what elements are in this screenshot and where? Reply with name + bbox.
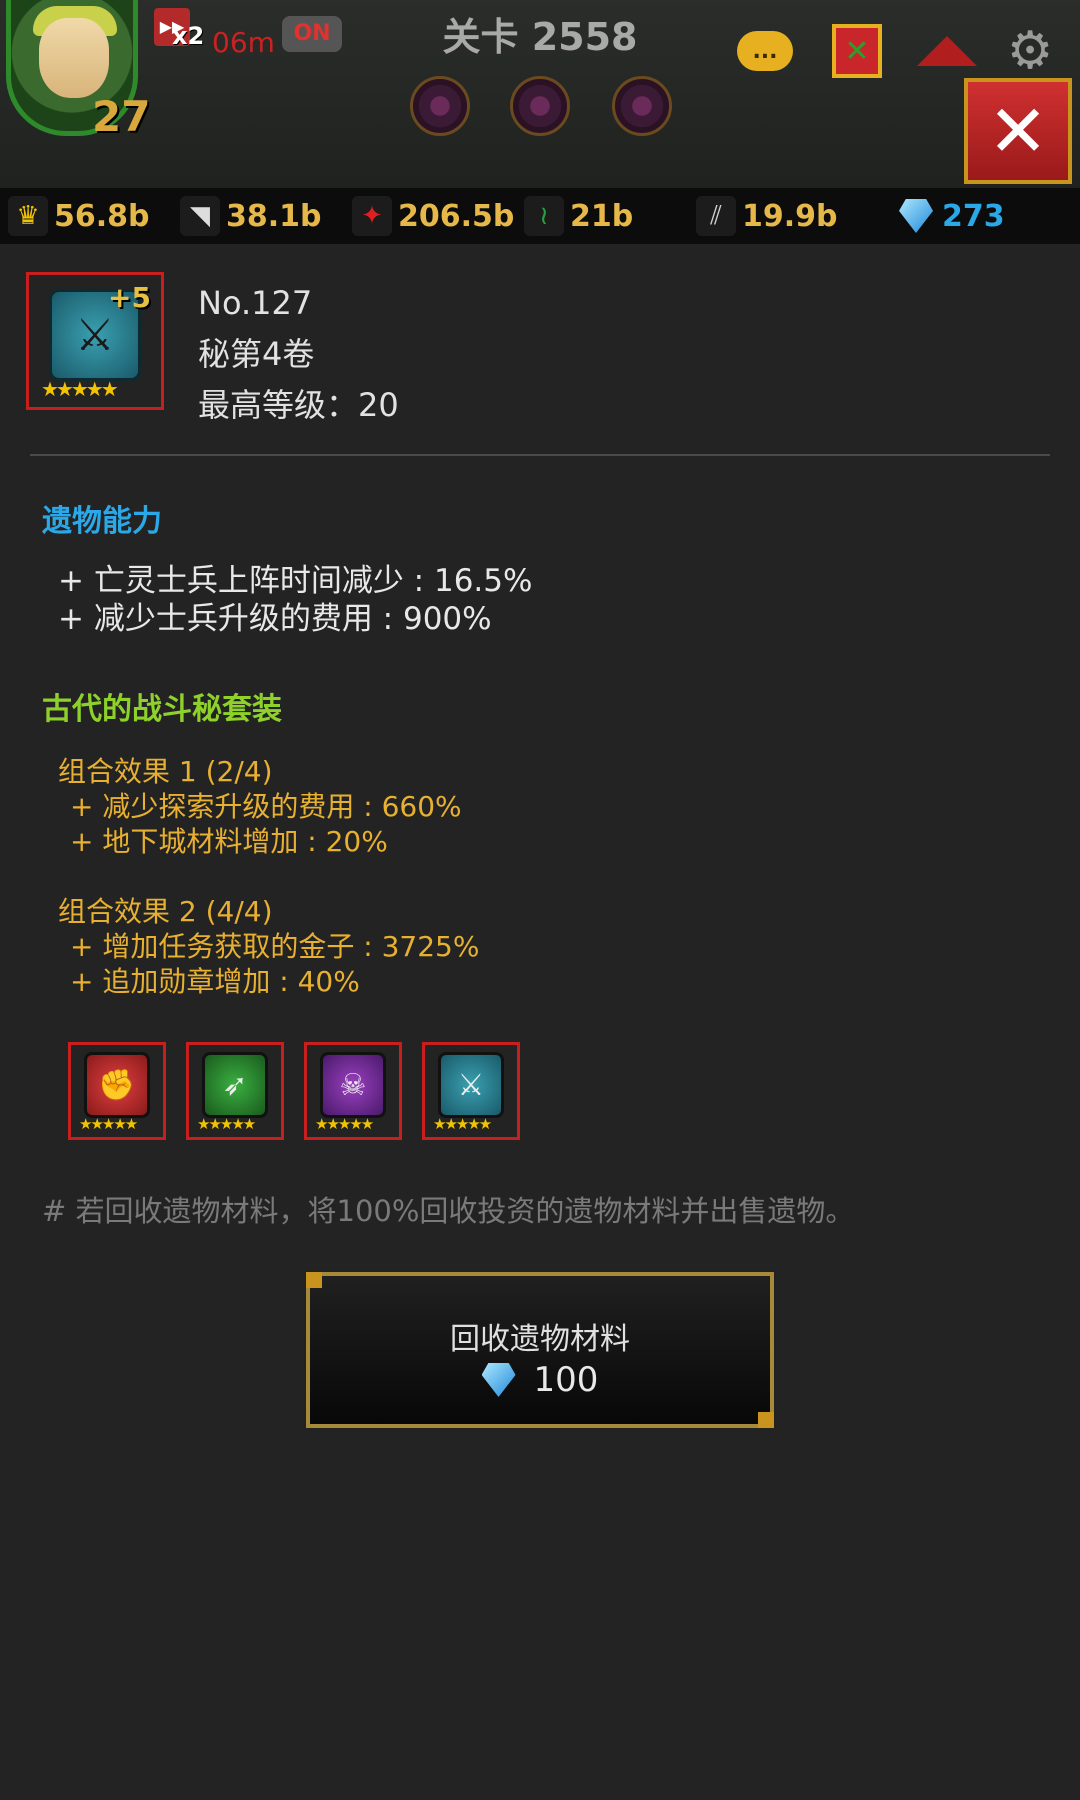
diamond-icon <box>481 1363 516 1397</box>
top-hud: 27 ▶▶ x2 06m ON 关卡 2558 ... ✕ ⚙ ✕ <box>0 0 1080 188</box>
speed-timer: 06m <box>212 26 275 59</box>
resource-red-crystal: ✦ 206.5b <box>352 194 514 238</box>
orb-slot-1[interactable] <box>410 76 470 136</box>
recycle-cost-value: 100 <box>533 1360 599 1400</box>
relic-plus-level: +5 <box>108 281 151 314</box>
ability-line: + 亡灵士兵上阵时间减少 : 16.5% <box>58 563 533 599</box>
relic-stars: ★★★★★ <box>41 377 119 401</box>
red-crystal-icon: ✦ <box>352 196 392 236</box>
set-effect-2: 组合效果 2 (4/4) + 增加任务获取的金子 : 3725% + 追加勋章增… <box>58 894 479 999</box>
skull-icon: ☠ <box>320 1052 386 1118</box>
set-effect-1: 组合效果 1 (2/4) + 减少探索升级的费用 : 660% + 地下城材料增… <box>58 754 462 859</box>
chat-icon[interactable]: ... <box>734 22 796 80</box>
resource-value: 21b <box>570 198 634 234</box>
gear-icon[interactable]: ⚙ <box>1000 21 1060 81</box>
relic-info: No.127 秘第4卷 最高等级：20 <box>198 278 399 431</box>
claw-icon: ⫽ <box>696 196 736 236</box>
relic-number: No.127 <box>198 284 313 322</box>
button-corner <box>758 1412 774 1428</box>
relic-icon-frame: ⚔ +5 ★★★★★ <box>26 272 164 410</box>
crown-icon: ♛ <box>8 196 48 236</box>
set-item-4[interactable]: ⚔ ★★★★★ <box>422 1042 520 1140</box>
set-effect-head: 组合效果 1 (2/4) <box>58 755 273 788</box>
house-roof <box>917 36 977 66</box>
recycle-button[interactable]: 回收遗物材料 100 <box>304 1270 776 1430</box>
button-corner <box>306 1272 322 1288</box>
orb-slot-3[interactable] <box>612 76 672 136</box>
divider <box>30 454 1050 456</box>
set-item-3[interactable]: ☠ ★★★★★ <box>304 1042 402 1140</box>
orb-slot-2[interactable] <box>510 76 570 136</box>
recycle-cost: 100 <box>310 1360 770 1400</box>
resource-vine: ≀ 21b <box>524 194 633 238</box>
resource-claw: ⫽ 19.9b <box>696 194 838 238</box>
resource-crown: ♛ 56.8b <box>8 194 150 238</box>
relic-max-level: 最高等级：20 <box>198 386 399 424</box>
set-effect-line: + 减少探索升级的费用 : 660% <box>70 790 462 823</box>
resource-gems: 273 <box>896 194 1005 238</box>
ability-line: + 减少士兵升级的费用 : 900% <box>58 601 492 637</box>
resource-value: 19.9b <box>742 198 838 234</box>
guild-crest: ✕ <box>832 24 882 78</box>
set-title: 古代的战斗秘套装 <box>42 692 282 727</box>
speed-multiplier: x2 <box>172 22 205 50</box>
auto-toggle[interactable]: ON <box>282 16 342 52</box>
set-effect-head: 组合效果 2 (4/4) <box>58 895 273 928</box>
resource-value: 38.1b <box>226 198 322 234</box>
resource-value: 206.5b <box>398 198 515 234</box>
tooth-icon: ◥ <box>180 196 220 236</box>
house-icon[interactable] <box>916 22 978 80</box>
player-level: 27 <box>92 92 151 141</box>
chat-bubble: ... <box>737 31 793 71</box>
crossed-axes-icon: ⚔ <box>438 1052 504 1118</box>
arrows-icon: ➶ <box>202 1052 268 1118</box>
recycle-note: # 若回收遗物材料，将100%回收投资的遗物材料并出售遗物。 <box>42 1194 855 1228</box>
set-item-2[interactable]: ➶ ★★★★★ <box>186 1042 284 1140</box>
avatar-face <box>39 18 109 98</box>
set-item-stars: ★★★★★ <box>197 1115 256 1133</box>
ability-title: 遗物能力 <box>42 504 162 539</box>
stage-title: 关卡 2558 <box>442 15 638 59</box>
set-item-stars: ★★★★★ <box>433 1115 492 1133</box>
set-item-stars: ★★★★★ <box>315 1115 374 1133</box>
recycle-label: 回收遗物材料 <box>450 1322 630 1357</box>
diamond-icon <box>896 196 936 236</box>
gem-count: 273 <box>942 198 1005 234</box>
set-effect-line: + 增加任务获取的金子 : 3725% <box>70 930 480 963</box>
relic-name: 秘第4卷 <box>198 335 315 373</box>
close-button[interactable]: ✕ <box>964 78 1072 184</box>
sword-fist-icon: ✊ <box>84 1052 150 1118</box>
resource-value: 56.8b <box>54 198 150 234</box>
set-item-stars: ★★★★★ <box>79 1115 138 1133</box>
resource-bar: ♛ 56.8b ◥ 38.1b ✦ 206.5b ≀ 21b ⫽ 19.9b 2… <box>0 188 1080 244</box>
set-effect-line: + 追加勋章增加 : 40% <box>70 965 360 998</box>
vine-icon: ≀ <box>524 196 564 236</box>
ability-list: + 亡灵士兵上阵时间减少 : 16.5% + 减少士兵升级的费用 : 900% <box>58 562 532 638</box>
set-effect-line: + 地下城材料增加 : 20% <box>70 825 388 858</box>
set-item-1[interactable]: ✊ ★★★★★ <box>68 1042 166 1140</box>
resource-tooth: ◥ 38.1b <box>180 194 322 238</box>
guild-icon[interactable]: ✕ <box>826 22 888 80</box>
